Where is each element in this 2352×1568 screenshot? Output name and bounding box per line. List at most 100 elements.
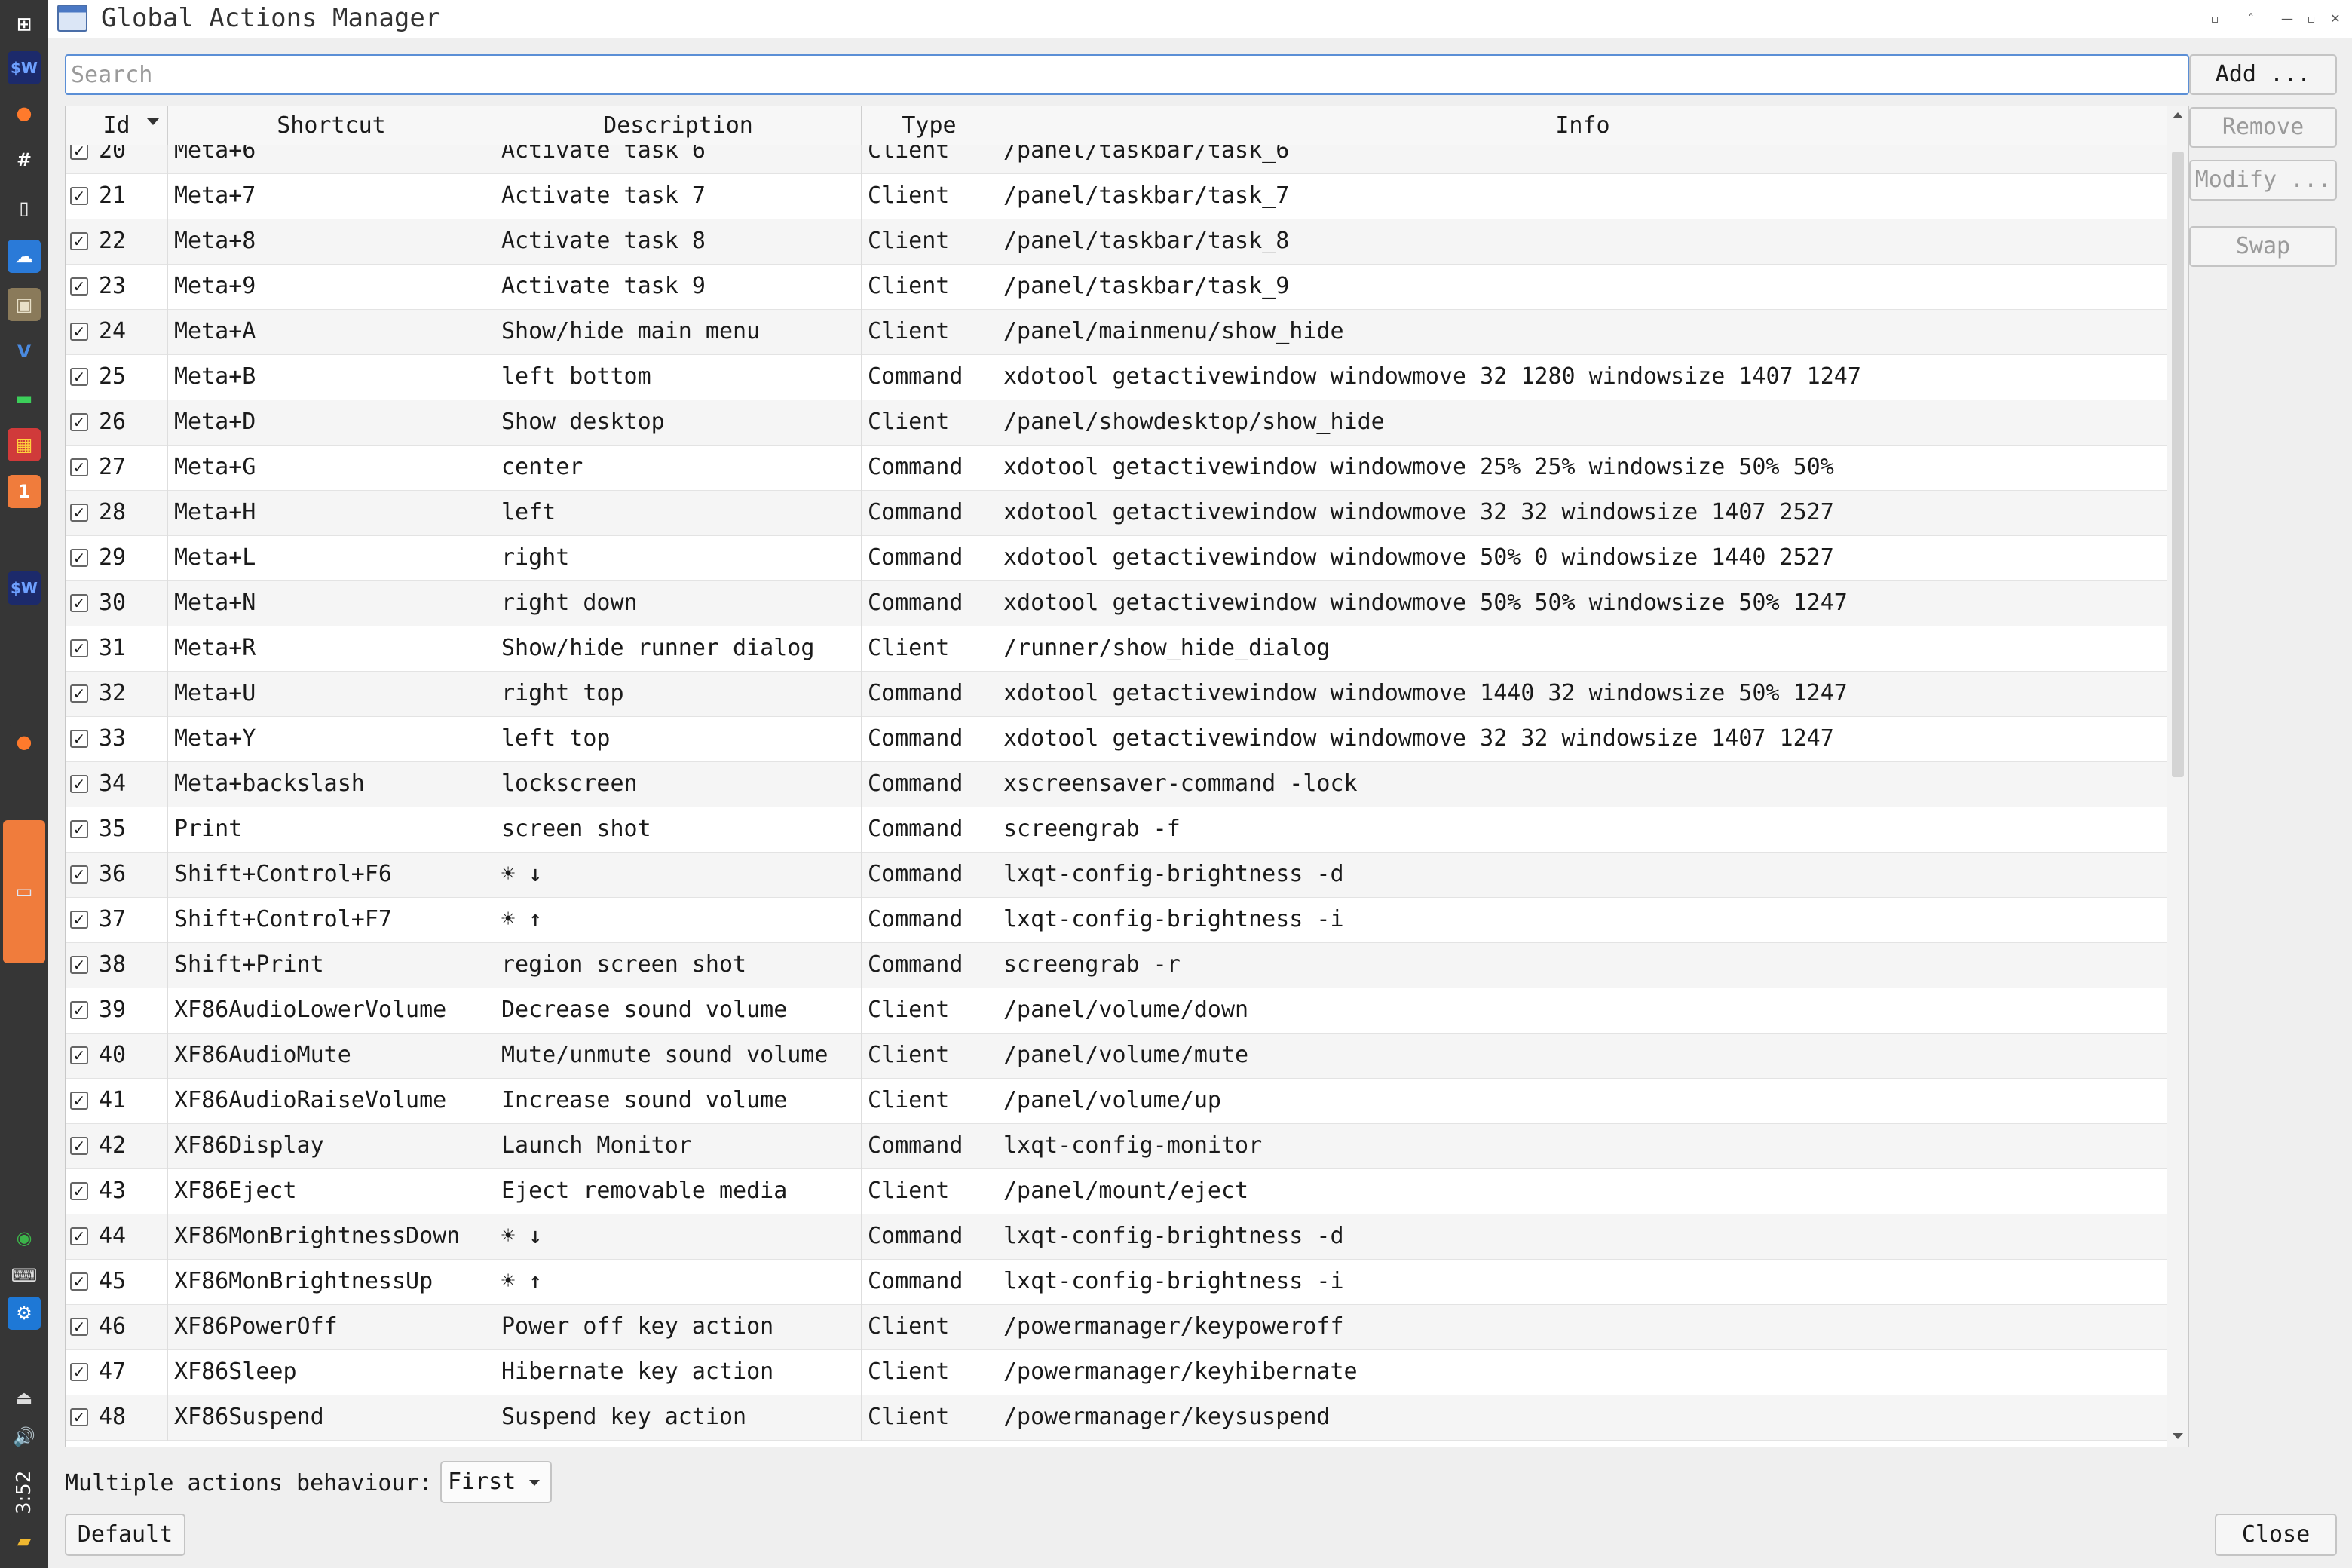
swap-button[interactable]: Swap bbox=[2189, 226, 2337, 267]
table-row[interactable]: ✓ 44 XF86MonBrightnessDown ☀ ↓ Command lxqt-c… bbox=[66, 1214, 2169, 1260]
table-row[interactable]: ✓ 33 Meta+Y left top Command xdotool getactiv… bbox=[66, 717, 2169, 762]
table-row[interactable]: ✓ 24 Meta+A Show/hide main menu Client/panel… bbox=[66, 310, 2169, 355]
sw-app-2-icon[interactable]: $W bbox=[8, 571, 41, 605]
desktop-1-icon[interactable]: 1 bbox=[8, 475, 41, 508]
cloud-app-icon[interactable]: ☁ bbox=[8, 240, 41, 273]
start-menu-icon[interactable]: ⊞ bbox=[8, 8, 41, 41]
table-row[interactable]: ✓ 25 Meta+B left bottom Command xdotool getac… bbox=[66, 355, 2169, 400]
title-bar[interactable]: Global Actions Manager ▫ ˄ — ▫ ✕ bbox=[48, 0, 2352, 38]
enabled-checkbox[interactable]: ✓ bbox=[70, 639, 88, 657]
default-button[interactable]: Default bbox=[65, 1514, 185, 1556]
column-header-shortcut[interactable]: Shortcut bbox=[168, 106, 495, 145]
table-row[interactable]: ✓ 41 XF86AudioRaiseVolume Increase sound vo… bbox=[66, 1079, 2169, 1124]
table-row[interactable]: ✓ 48 XF86Suspend Suspend key action Client/p… bbox=[66, 1395, 2169, 1441]
table-row[interactable]: ✓ 26 Meta+D Show desktop Client/panel/showde… bbox=[66, 400, 2169, 446]
vertical-scrollbar[interactable] bbox=[2167, 106, 2188, 1447]
scroll-down-icon[interactable] bbox=[2173, 1433, 2183, 1439]
enabled-checkbox[interactable]: ✓ bbox=[70, 1137, 88, 1155]
table-row[interactable]: ✓ 40 XF86AudioMute Mute/unmute sound volume… bbox=[66, 1034, 2169, 1079]
table-row[interactable]: ✓ 29 Meta+L right Command xdotool getactivewi… bbox=[66, 536, 2169, 581]
table-row[interactable]: ✓ 37 Shift+Control+F7 ☀ ↑ Command lxqt-config… bbox=[66, 898, 2169, 943]
modify-button[interactable]: Modify ... bbox=[2189, 160, 2337, 201]
enabled-checkbox[interactable]: ✓ bbox=[70, 1227, 88, 1245]
enabled-checkbox[interactable]: ✓ bbox=[70, 730, 88, 748]
table-row[interactable]: ✓ 32 Meta+U right top Command xdotool getacti… bbox=[66, 672, 2169, 717]
enabled-checkbox[interactable]: ✓ bbox=[70, 458, 88, 476]
vivaldi-icon[interactable]: V bbox=[8, 335, 41, 368]
firefox-icon[interactable]: ● bbox=[8, 96, 41, 130]
image-viewer-icon[interactable]: ▣ bbox=[8, 288, 41, 321]
removable-drive-icon[interactable]: ⏏ bbox=[8, 1381, 41, 1414]
minimize-icon[interactable]: — bbox=[2275, 8, 2299, 29]
enabled-checkbox[interactable]: ✓ bbox=[70, 594, 88, 612]
table-row[interactable]: ✓ 30 Meta+N right down Command xdotool getact… bbox=[66, 581, 2169, 626]
sw-app-icon[interactable]: $W bbox=[8, 51, 41, 84]
volume-icon[interactable]: 🔊 bbox=[8, 1420, 41, 1453]
multiple-actions-select[interactable]: First bbox=[440, 1461, 552, 1503]
table-row[interactable]: ✓ 35 Print screen shot Command screengrab -f bbox=[66, 807, 2169, 853]
table-row[interactable]: ✓ 20 Meta+6 Activate task 6 Client/panel/tas… bbox=[66, 145, 2169, 174]
column-header-id[interactable]: Id bbox=[66, 106, 168, 145]
remove-button[interactable]: Remove bbox=[2189, 107, 2337, 148]
table-row[interactable]: ✓ 36 Shift+Control+F6 ☀ ↓ Command lxqt-config… bbox=[66, 853, 2169, 898]
table-row[interactable]: ✓ 23 Meta+9 Activate task 9 Client/panel/tas… bbox=[66, 265, 2169, 310]
enabled-checkbox[interactable]: ✓ bbox=[70, 1046, 88, 1064]
enabled-checkbox[interactable]: ✓ bbox=[70, 911, 88, 929]
enabled-checkbox[interactable]: ✓ bbox=[70, 1182, 88, 1200]
table-row[interactable]: ✓ 46 XF86PowerOff Power off key action Clien… bbox=[66, 1305, 2169, 1350]
add-button[interactable]: Add ... bbox=[2189, 54, 2337, 95]
clock[interactable]: 3:52 bbox=[3, 1462, 45, 1523]
table-row[interactable]: ✓ 42 XF86Display Launch Monitor Command lxqt-… bbox=[66, 1124, 2169, 1169]
column-header-info[interactable]: Info bbox=[997, 106, 2169, 145]
enabled-checkbox[interactable]: ✓ bbox=[70, 504, 88, 522]
enabled-checkbox[interactable]: ✓ bbox=[70, 145, 88, 160]
enabled-checkbox[interactable]: ✓ bbox=[70, 277, 88, 296]
close-window-icon[interactable]: ✕ bbox=[2323, 8, 2347, 29]
firefox-2-icon[interactable]: ● bbox=[8, 725, 41, 758]
enabled-checkbox[interactable]: ✓ bbox=[70, 1408, 88, 1426]
search-input[interactable] bbox=[65, 54, 2189, 95]
column-header-type[interactable]: Type bbox=[862, 106, 997, 145]
hash-icon[interactable]: # bbox=[8, 143, 41, 176]
table-row[interactable]: ✓ 31 Meta+R Show/hide runner dialog Client/r… bbox=[66, 626, 2169, 672]
enabled-checkbox[interactable]: ✓ bbox=[70, 232, 88, 250]
table-row[interactable]: ✓ 28 Meta+H left Command xdotool getactivewin… bbox=[66, 491, 2169, 536]
table-row[interactable]: ✓ 21 Meta+7 Activate task 7 Client/panel/tas… bbox=[66, 174, 2169, 219]
enabled-checkbox[interactable]: ✓ bbox=[70, 549, 88, 567]
table-row[interactable]: ✓ 39 XF86AudioLowerVolume Decrease sound vo… bbox=[66, 988, 2169, 1034]
enabled-checkbox[interactable]: ✓ bbox=[70, 323, 88, 341]
scroll-up-icon[interactable] bbox=[2173, 112, 2183, 118]
table-row[interactable]: ✓ 22 Meta+8 Activate task 8 Client/panel/tas… bbox=[66, 219, 2169, 265]
calendar-icon[interactable]: ▦ bbox=[8, 428, 41, 461]
android-icon[interactable]: ▬ bbox=[8, 381, 41, 415]
status-green-icon[interactable]: ◉ bbox=[8, 1221, 41, 1254]
table-row[interactable]: ✓ 27 Meta+G center Command xdotool getactivew… bbox=[66, 446, 2169, 491]
enabled-checkbox[interactable]: ✓ bbox=[70, 368, 88, 386]
table-row[interactable]: ✓ 38 Shift+Print region screen shot Command s… bbox=[66, 943, 2169, 988]
document-icon[interactable]: ▯ bbox=[8, 191, 41, 225]
enabled-checkbox[interactable]: ✓ bbox=[70, 820, 88, 838]
table-row[interactable]: ✓ 34 Meta+backslash lockscreen Command xscree… bbox=[66, 762, 2169, 807]
enabled-checkbox[interactable]: ✓ bbox=[70, 1092, 88, 1110]
keep-above-icon[interactable]: ˄ bbox=[2239, 8, 2263, 29]
enabled-checkbox[interactable]: ✓ bbox=[70, 865, 88, 884]
window-menu-icon[interactable]: ▫ bbox=[2203, 8, 2227, 29]
enabled-checkbox[interactable]: ✓ bbox=[70, 775, 88, 793]
settings-gear-icon[interactable]: ⚙ bbox=[8, 1297, 41, 1330]
enabled-checkbox[interactable]: ✓ bbox=[70, 187, 88, 205]
enabled-checkbox[interactable]: ✓ bbox=[70, 1363, 88, 1381]
close-button[interactable]: Close bbox=[2215, 1514, 2337, 1556]
maximize-icon[interactable]: ▫ bbox=[2299, 8, 2323, 29]
enabled-checkbox[interactable]: ✓ bbox=[70, 1001, 88, 1019]
window-task-icon[interactable]: ▭ bbox=[8, 874, 41, 908]
keyboard-icon[interactable]: ⌨ bbox=[8, 1259, 41, 1292]
enabled-checkbox[interactable]: ✓ bbox=[70, 1318, 88, 1336]
column-header-description[interactable]: Description bbox=[495, 106, 862, 145]
file-manager-icon[interactable]: ▰ bbox=[8, 1524, 41, 1557]
table-row[interactable]: ✓ 47 XF86Sleep Hibernate key action Client/p… bbox=[66, 1350, 2169, 1395]
enabled-checkbox[interactable]: ✓ bbox=[70, 956, 88, 974]
enabled-checkbox[interactable]: ✓ bbox=[70, 684, 88, 703]
enabled-checkbox[interactable]: ✓ bbox=[70, 413, 88, 431]
scrollbar-thumb[interactable] bbox=[2172, 152, 2184, 777]
table-row[interactable]: ✓ 43 XF86Eject Eject removable media Client /… bbox=[66, 1169, 2169, 1214]
